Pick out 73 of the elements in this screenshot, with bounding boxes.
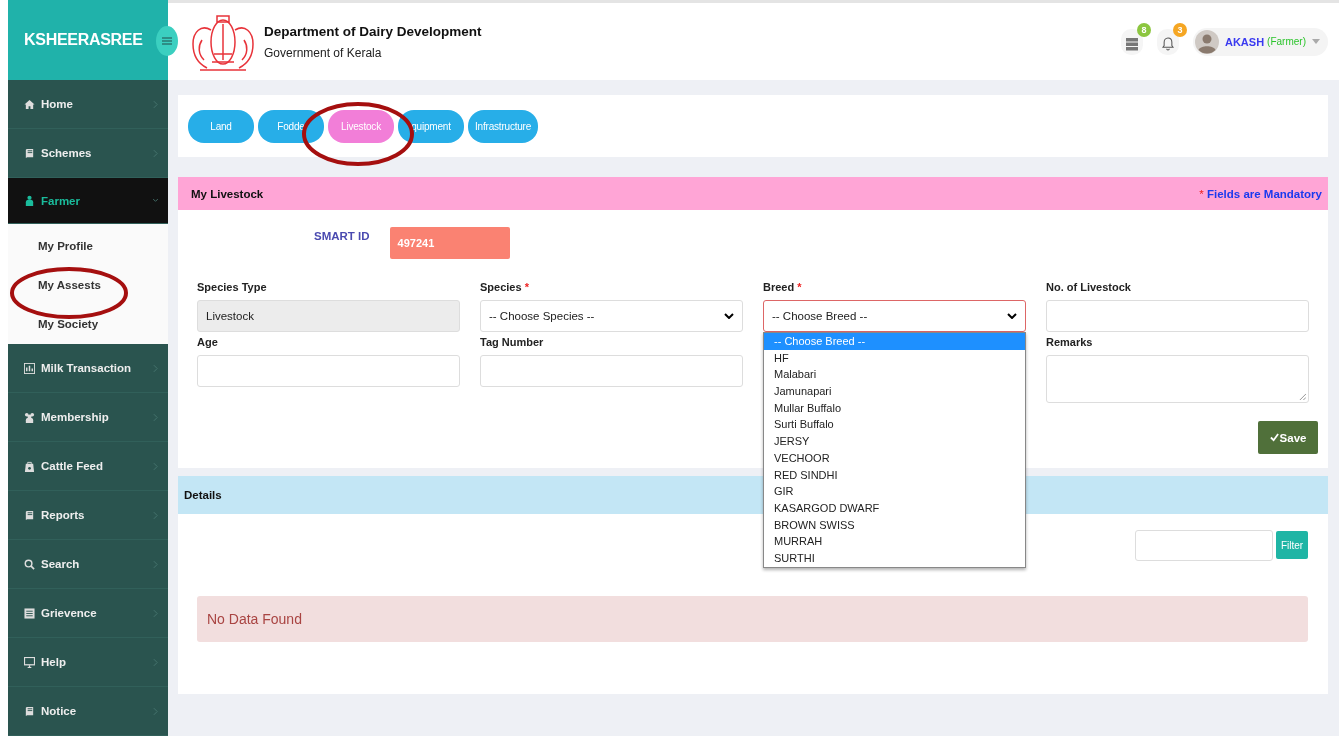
dropdown[interactable]: -- Choose Breed -- — [763, 300, 1026, 332]
readonly-field: Livestock — [197, 300, 460, 332]
dropdown-option[interactable]: Surti Buffalo — [764, 416, 1025, 434]
section-title: My Livestock — [191, 187, 264, 200]
user-menu[interactable]: AKASH (Farmer) — [1193, 27, 1328, 56]
bag-icon — [24, 460, 35, 472]
no-data-alert: No Data Found — [197, 596, 1308, 642]
notification-count: 8 — [1137, 22, 1151, 37]
dropdown-option[interactable]: Jamunapari — [764, 383, 1025, 400]
book-icon — [24, 705, 35, 717]
filter-field[interactable] — [1135, 530, 1273, 561]
chart-icon — [24, 362, 35, 374]
required-mark: * — [524, 281, 529, 293]
smart-id-value: 497241 — [389, 227, 510, 259]
section-title: Details — [184, 489, 222, 501]
field-label: Species — [480, 281, 522, 293]
submenu-item[interactable]: My Assests — [8, 265, 168, 304]
search-icon — [24, 558, 35, 570]
input-field[interactable] — [197, 355, 460, 387]
server-notification-button[interactable] — [1121, 28, 1143, 55]
field-label: No. of Livestock — [1046, 281, 1131, 293]
caret-icon — [1312, 39, 1320, 44]
check-icon — [1269, 433, 1279, 442]
home-icon — [24, 98, 35, 110]
submenu-item[interactable]: My Profile — [8, 226, 168, 265]
chevron-down-icon — [1007, 313, 1017, 319]
dropdown-option[interactable]: KASARGOD DWARF — [764, 499, 1025, 517]
submenu-item[interactable]: My Society — [8, 304, 168, 343]
resize-grip-icon — [1299, 393, 1306, 400]
text-area[interactable] — [1046, 355, 1309, 403]
bell-icon — [1162, 35, 1174, 51]
person-icon — [24, 195, 35, 206]
notification-count: 3 — [1173, 22, 1187, 37]
avatar-icon — [1195, 29, 1219, 54]
dropdown-option[interactable]: JERSY — [764, 433, 1025, 450]
server-icon — [1125, 36, 1139, 51]
dropdown-option[interactable]: Mullar Buffalo — [764, 399, 1025, 417]
government-subtitle: Government of Kerala — [264, 45, 383, 60]
mandatory-note: Fields are Mandatory — [1206, 187, 1322, 200]
dropdown-option[interactable]: HF — [764, 349, 1025, 367]
dropdown-option[interactable]: SURTHI — [764, 549, 1025, 567]
dropdown-option[interactable]: Malabari — [764, 366, 1025, 384]
dropdown-option[interactable]: VECHOOR — [764, 449, 1025, 467]
field-label: Breed — [763, 281, 795, 293]
app-logo-text: KSHEERASREE — [24, 31, 143, 49]
group-icon — [24, 411, 35, 423]
user-role: (Farmer) — [1267, 36, 1306, 47]
menu-icon — [162, 37, 172, 45]
monitor-icon — [24, 656, 35, 668]
book-icon — [24, 509, 35, 521]
bell-notification-button[interactable] — [1157, 28, 1179, 55]
smart-id-label: SMART ID — [314, 229, 370, 242]
dropdown-option[interactable]: GIR — [764, 483, 1025, 500]
field-label: Tag Number — [480, 336, 544, 348]
field-label: Age — [197, 336, 218, 348]
menu-item[interactable]: Farmer — [8, 178, 168, 224]
department-title: Department of Dairy Development — [264, 23, 482, 39]
book-icon — [24, 147, 35, 159]
dropdown-option[interactable]: MURRAH — [764, 533, 1025, 550]
dropdown-option[interactable]: BROWN SWISS — [764, 516, 1025, 534]
dropdown[interactable]: -- Choose Species -- — [480, 300, 743, 332]
user-name: AKASH — [1225, 35, 1265, 48]
field-label: Remarks — [1046, 336, 1093, 348]
list-icon — [24, 607, 35, 619]
field-label: Species Type — [197, 281, 267, 293]
dropdown-option[interactable]: RED SINDHI — [764, 466, 1025, 484]
input-field[interactable] — [480, 355, 743, 387]
chevron-icon — [153, 196, 158, 205]
required-mark: * — [797, 281, 802, 293]
required-mark: * — [1199, 187, 1204, 200]
input-field[interactable] — [1046, 300, 1309, 332]
chevron-down-icon — [724, 313, 734, 319]
save-button[interactable]: Save — [1258, 421, 1318, 454]
